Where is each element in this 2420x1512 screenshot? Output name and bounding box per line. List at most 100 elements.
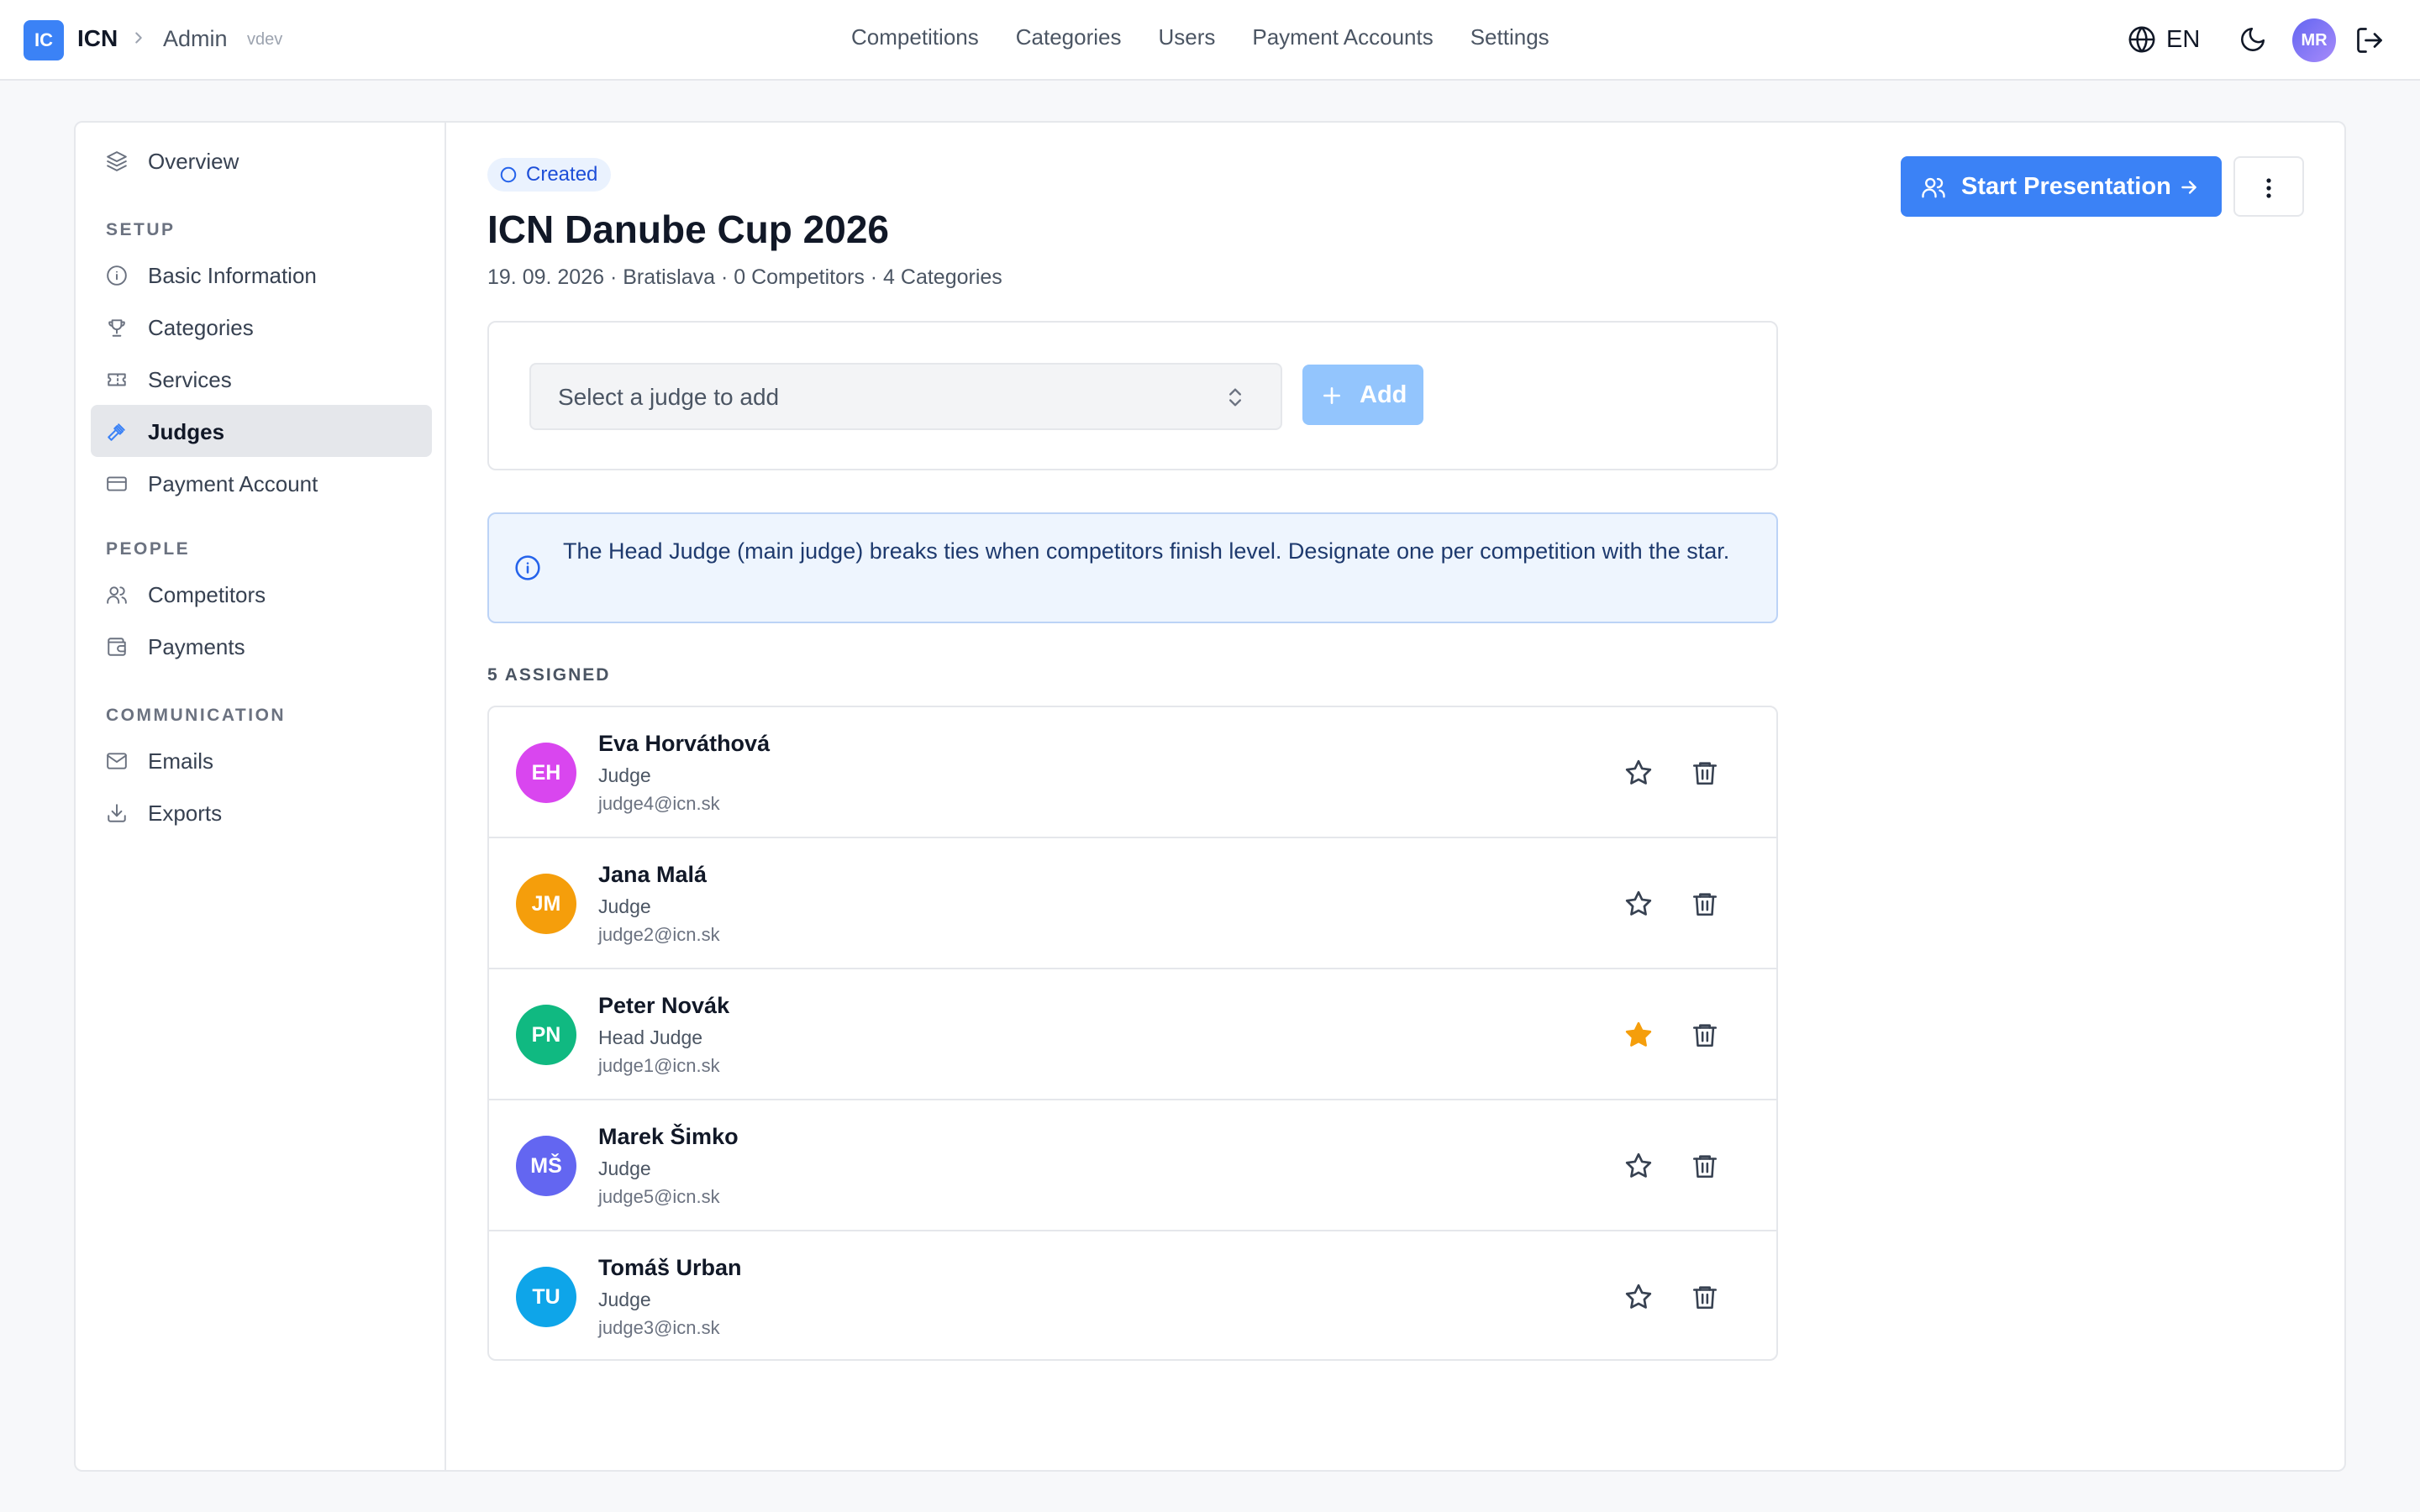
sidebar-item-judges[interactable]: Judges [91,405,432,457]
language-switcher[interactable]: EN [2166,26,2200,54]
sidebar-item-emails[interactable]: Emails [91,734,432,786]
star-icon[interactable] [1623,1282,1654,1312]
sidebar-item-payments[interactable]: Payments [91,620,432,672]
page-shell: Overview SETUP Basic Information Categor… [74,121,2346,1472]
star-icon[interactable] [1623,1020,1654,1050]
judge-select-placeholder: Select a judge to add [558,384,780,410]
add-judge-button[interactable]: Add [1302,365,1423,425]
avatar: TU [516,1267,576,1327]
sidebar-heading-communication: COMMUNICATION [106,706,287,725]
sidebar-item-competitors[interactable]: Competitors [91,568,432,620]
status-label: Created [526,163,598,186]
judge-role: Judge [598,1158,651,1179]
avatar: PN [516,1005,576,1065]
arrow-right-icon [2181,181,2196,194]
version-label: vdev [247,30,283,49]
judge-row: MŠ Marek Šimko Judge judge5@icn.sk [489,1100,1776,1231]
sidebar-heading-people: PEOPLE [106,539,191,559]
sidebar: Overview SETUP Basic Information Categor… [76,123,446,1470]
assigned-judges-list: EH Eva Horváthová Judge judge4@icn.sk JM… [487,706,1778,1361]
sidebar-item-label: Categories [148,315,254,340]
assigned-count-label: 5 ASSIGNED [487,665,611,685]
avatar: JM [516,874,576,934]
logout-icon[interactable] [2354,25,2385,55]
nav-users[interactable]: Users [1158,24,1215,50]
user-avatar[interactable]: MR [2292,18,2336,62]
brand-name[interactable]: ICN [77,25,118,52]
star-icon[interactable] [1623,1151,1654,1181]
nav-payment-accounts[interactable]: Payment Accounts [1252,24,1433,50]
nav-competitions[interactable]: Competitions [851,24,979,50]
judge-role: Judge [598,895,651,917]
info-icon [515,555,540,580]
chevron-right-icon [135,32,142,44]
trash-icon[interactable] [1691,758,1719,788]
judge-email: judge5@icn.sk [598,1186,720,1207]
plus-icon [1323,387,1340,404]
judge-name: Eva Horváthová [598,731,771,756]
sidebar-item-label: Judges [148,419,225,444]
page-title: ICN Danube Cup 2026 [487,207,889,251]
judge-email: judge1@icn.sk [598,1055,720,1076]
layers-icon [107,151,127,171]
sidebar-item-label: Payment Account [148,471,318,496]
info-icon [107,265,127,286]
avatar: MŠ [516,1136,576,1196]
sidebar-item-label: Services [148,367,232,392]
head-judge-info-callout: The Head Judge (main judge) breaks ties … [487,512,1778,623]
credit-card-icon [107,476,127,491]
sidebar-item-basic-information[interactable]: Basic Information [91,249,432,301]
more-options-button[interactable] [2233,156,2304,217]
trash-icon[interactable] [1691,1020,1719,1050]
sidebar-item-label: Emails [148,748,214,774]
sidebar-item-categories[interactable]: Categories [91,301,432,353]
chevron-up-down-icon [1229,388,1241,407]
users-icon [107,586,127,604]
judge-name: Marek Šimko [598,1124,739,1149]
circle-status-icon [500,166,517,183]
judge-row: PN Peter Novák Head Judge judge1@icn.sk [489,969,1776,1100]
judge-role: Judge [598,764,651,786]
breadcrumb-admin[interactable]: Admin [163,26,228,52]
judge-name: Tomáš Urban [598,1255,742,1280]
start-presentation-button[interactable]: Start Presentation [1901,156,2222,217]
avatar: EH [516,743,576,803]
sidebar-item-overview[interactable]: Overview [91,134,432,186]
globe-icon[interactable] [2128,25,2156,54]
judge-role: Judge [598,1289,651,1310]
app-logo[interactable]: IC [24,20,64,60]
trash-icon[interactable] [1691,889,1719,919]
users-icon [1922,177,1945,198]
sidebar-item-label: Payments [148,634,245,659]
judge-select[interactable]: Select a judge to add [529,363,1282,430]
moon-icon[interactable] [2238,25,2267,54]
star-icon[interactable] [1623,889,1654,919]
nav-categories[interactable]: Categories [1016,24,1122,50]
gavel-icon [108,423,125,441]
top-bar: IC ICN Admin vdev Competitions Categorie… [0,0,2420,81]
sidebar-item-services[interactable]: Services [91,353,432,405]
trophy-icon [108,319,125,337]
info-text: The Head Judge (main judge) breaks ties … [563,538,1730,564]
wallet-icon [108,638,126,656]
star-icon[interactable] [1623,758,1654,788]
judge-email: judge3@icn.sk [598,1317,720,1338]
mail-icon [107,753,127,769]
sidebar-item-label: Basic Information [148,263,317,288]
judge-row: TU Tomáš Urban Judge judge3@icn.sk [489,1231,1776,1359]
judge-email: judge2@icn.sk [598,924,720,945]
sidebar-item-label: Competitors [148,582,266,607]
trash-icon[interactable] [1691,1151,1719,1181]
nav-settings[interactable]: Settings [1470,24,1549,50]
judge-name: Peter Novák [598,993,730,1018]
judge-row: JM Jana Malá Judge judge2@icn.sk [489,838,1776,969]
judge-name: Jana Malá [598,862,708,887]
trash-icon[interactable] [1691,1282,1719,1312]
judge-email: judge4@icn.sk [598,793,720,814]
status-badge: Created [487,158,612,192]
sidebar-item-payment-account[interactable]: Payment Account [91,457,432,509]
download-icon [108,804,126,822]
sidebar-item-exports[interactable]: Exports [91,786,432,838]
sidebar-item-label: Exports [148,801,223,826]
competition-meta: 19. 09. 2026 · Bratislava · 0 Competitor… [487,265,1002,289]
